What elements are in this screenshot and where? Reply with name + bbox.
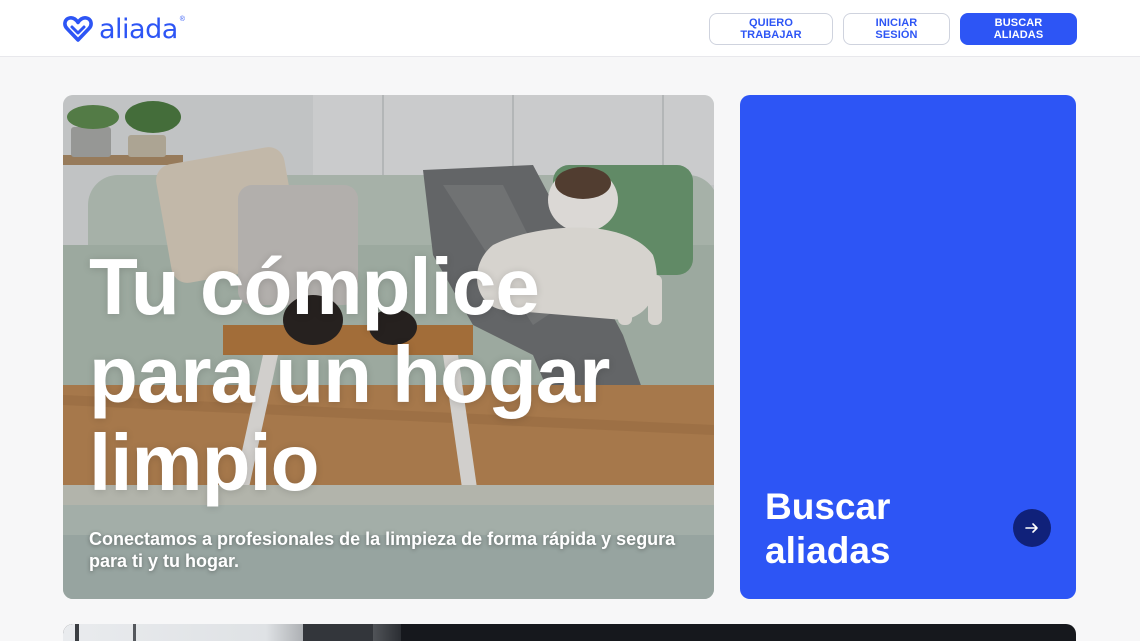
arrow-right-icon <box>1025 523 1038 533</box>
registered-mark: ® <box>179 16 185 23</box>
hero-subtitle: Conectamos a profesionales de la limpiez… <box>89 529 676 571</box>
header-nav: QUIERO TRABAJAR INICIAR SESIÓN BUSCAR AL… <box>709 13 1077 45</box>
site-header: aliada ® QUIERO TRABAJAR INICIAR SESIÓN … <box>0 0 1140 57</box>
window-frame-left <box>75 624 79 641</box>
hero-title: Tu cómplice para un hogar limpio <box>89 242 610 507</box>
search-aliadas-button[interactable]: BUSCAR ALIADAS <box>960 13 1077 45</box>
next-section-card <box>63 624 1076 641</box>
want-to-work-button[interactable]: QUIERO TRABAJAR <box>709 13 833 45</box>
hero-banner: Tu cómplice para un hogar limpio Conecta… <box>63 95 714 599</box>
logo-wordmark: aliada <box>99 13 178 45</box>
window-frame-right <box>303 624 373 641</box>
search-card-title: Buscar aliadas <box>765 486 891 571</box>
heart-logo-icon <box>63 16 93 42</box>
search-aliadas-card[interactable]: Buscar aliadas <box>740 95 1076 599</box>
login-button[interactable]: INICIAR SESIÓN <box>843 13 950 45</box>
aliada-logo[interactable]: aliada ® <box>63 13 185 45</box>
window-frame-mid <box>133 624 136 641</box>
search-card-arrow-button[interactable] <box>1013 509 1051 547</box>
